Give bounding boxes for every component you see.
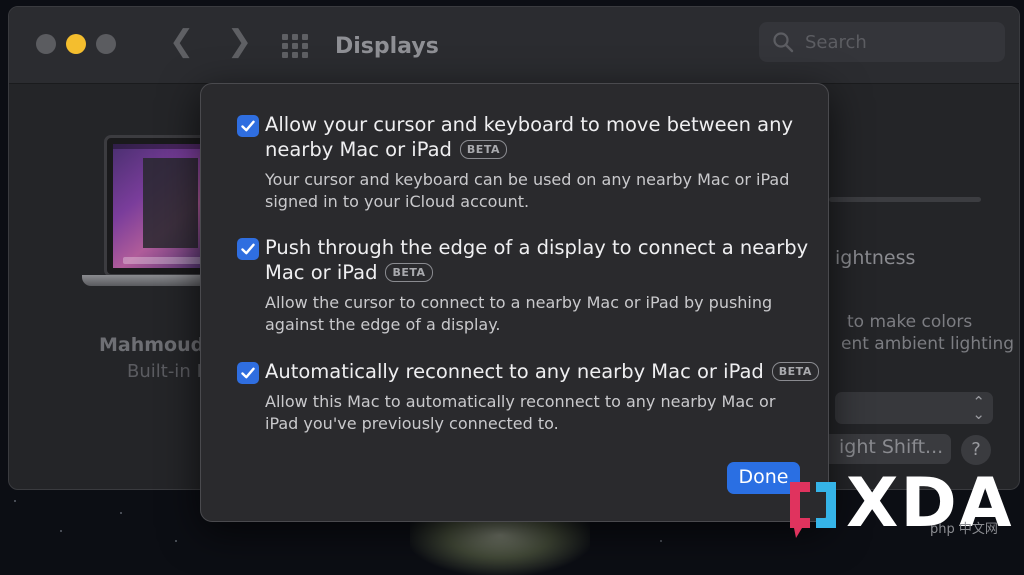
option-title: Allow your cursor and keyboard to move b…: [265, 112, 825, 162]
preset-select[interactable]: ⌃ ⌄: [835, 392, 993, 424]
beta-badge: BETA: [771, 362, 819, 381]
titlebar: ❮ ❯ Displays Search: [9, 7, 1019, 84]
xda-logo-icon: [790, 482, 836, 538]
beta-badge: BETA: [385, 263, 433, 282]
option-title-line: Automatically reconnect to any nearby Ma…: [265, 360, 764, 383]
star: [60, 530, 62, 532]
zoom-button[interactable]: [96, 34, 116, 54]
option-desc-line: Allow the cursor to connect to a nearby …: [265, 293, 773, 312]
true-tone-desc-line1: to make colors: [847, 312, 973, 332]
chevron-left-icon[interactable]: ❮: [169, 27, 194, 57]
option-desc-line: signed in to your iCloud account.: [265, 191, 530, 211]
brightness-slider[interactable]: [829, 197, 981, 202]
beta-badge: BETA: [459, 140, 507, 159]
star: [660, 540, 662, 542]
allow-cursor-checkbox[interactable]: [237, 115, 259, 137]
chevron-updown-icon: ⌃ ⌄: [972, 393, 985, 423]
night-shift-label: ight Shift...: [839, 436, 944, 458]
search-field[interactable]: Search: [759, 22, 1005, 62]
option-desc-line: against the edge of a display.: [265, 314, 501, 334]
minimize-button[interactable]: [66, 34, 86, 54]
option-title-line: Push through the edge of a display to co…: [265, 236, 809, 259]
night-shift-button[interactable]: ight Shift...: [817, 434, 951, 464]
option-description: Allow this Mac to automatically reconnec…: [265, 391, 825, 434]
grid-icon[interactable]: [282, 34, 312, 58]
php-watermark: php 中文网: [930, 522, 998, 537]
window-title: Displays: [335, 34, 439, 59]
option-description: Your cursor and keyboard can be used on …: [265, 169, 825, 212]
auto-reconnect-checkbox[interactable]: [237, 362, 259, 384]
option-title: Push through the edge of a display to co…: [265, 235, 825, 285]
star: [14, 500, 16, 502]
universal-control-sheet: Allow your cursor and keyboard to move b…: [200, 83, 829, 522]
checkmark-icon: [241, 243, 255, 255]
help-button[interactable]: ?: [961, 435, 991, 465]
option-title-line: Allow your cursor and keyboard to move b…: [265, 113, 794, 136]
checkmark-icon: [241, 367, 255, 379]
option-title-line: Mac or iPad: [265, 261, 378, 284]
search-icon: [773, 32, 794, 53]
option-desc-line: iPad you've previously connected to.: [265, 413, 559, 433]
option-title: Automatically reconnect to any nearby Ma…: [265, 359, 825, 384]
display-type: Built-in R: [127, 361, 209, 382]
true-tone-desc-line2: ent ambient lighting: [841, 334, 1015, 354]
option-title-line: nearby Mac or iPad: [265, 138, 452, 161]
star: [120, 512, 122, 514]
chevron-right-icon[interactable]: ❯: [227, 27, 252, 57]
search-placeholder: Search: [805, 32, 867, 53]
option-desc-line: Allow this Mac to automatically reconnec…: [265, 392, 776, 411]
close-button[interactable]: [36, 34, 56, 54]
star: [175, 540, 177, 542]
option-desc-line: Your cursor and keyboard can be used on …: [265, 170, 790, 189]
option-description: Allow the cursor to connect to a nearby …: [265, 292, 825, 335]
checkmark-icon: [241, 120, 255, 132]
push-through-checkbox[interactable]: [237, 238, 259, 260]
auto-brightness-label: ightness: [835, 247, 916, 269]
